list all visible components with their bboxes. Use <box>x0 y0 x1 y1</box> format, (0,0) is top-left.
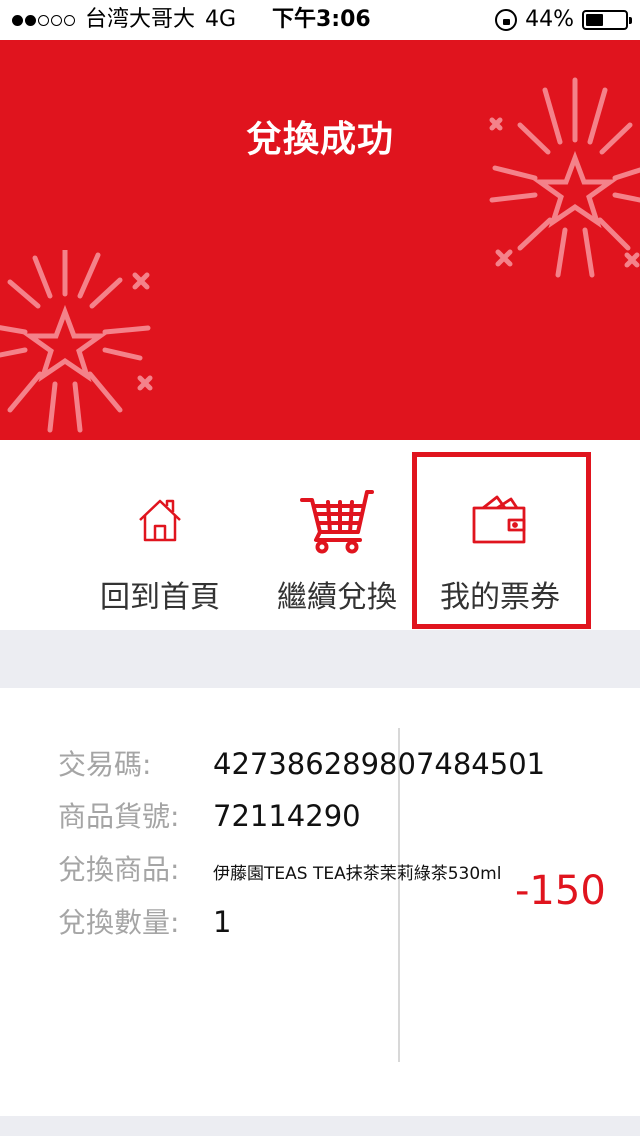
battery-percent: 44% <box>525 7 574 32</box>
firework-decoration-icon <box>0 250 153 433</box>
transaction-value: 427386289807484501 <box>213 747 546 781</box>
sku-value: 72114290 <box>213 799 361 833</box>
transaction-row: 交易碼: 427386289807484501 <box>58 744 545 784</box>
product-label: 兌換商品: <box>58 853 180 886</box>
home-icon <box>139 499 181 542</box>
sku-label: 商品貨號: <box>58 800 180 833</box>
battery-fill <box>586 14 603 26</box>
highlight-frame <box>412 452 591 629</box>
quantity-label: 兌換數量: <box>58 906 180 939</box>
firework-decoration-icon <box>489 77 640 278</box>
redemption-details: 交易碼: 427386289807484501 商品貨號: 72114290 兌換商… <box>0 688 640 1116</box>
cart-icon <box>300 490 374 554</box>
success-header: 兌換成功 <box>0 40 640 440</box>
points-deducted: -150 <box>515 868 606 914</box>
transaction-label: 交易碼: <box>58 748 152 781</box>
status-bar: 台湾大哥大 4G 下午3:06 44% <box>0 0 640 40</box>
signal-strength-icon <box>12 14 75 26</box>
sku-row: 商品貨號: 72114290 <box>58 796 361 836</box>
status-right: 44% <box>495 0 632 40</box>
status-time: 下午3:06 <box>272 7 371 32</box>
battery-icon <box>582 10 632 30</box>
home-button-label: 回到首頁 <box>100 580 220 615</box>
network-type: 4G <box>205 7 237 32</box>
quantity-row: 兌換數量: 1 <box>58 902 231 942</box>
carrier-name: 台湾大哥大 <box>85 7 196 32</box>
product-row: 兌換商品: 伊藤園TEAS TEA抹茶茉莉綠茶530ml <box>58 850 501 890</box>
quantity-value: 1 <box>213 905 232 939</box>
home-button[interactable]: 回到首頁 <box>75 440 245 630</box>
product-value: 伊藤園TEAS TEA抹茶茉莉綠茶530ml <box>213 864 502 884</box>
page-title: 兌換成功 <box>245 119 394 160</box>
continue-redeem-button[interactable]: 繼續兌換 <box>252 440 422 630</box>
orientation-lock-icon <box>495 9 518 31</box>
continue-redeem-label: 繼續兌換 <box>277 580 397 615</box>
status-left: 台湾大哥大 4G <box>12 0 236 40</box>
